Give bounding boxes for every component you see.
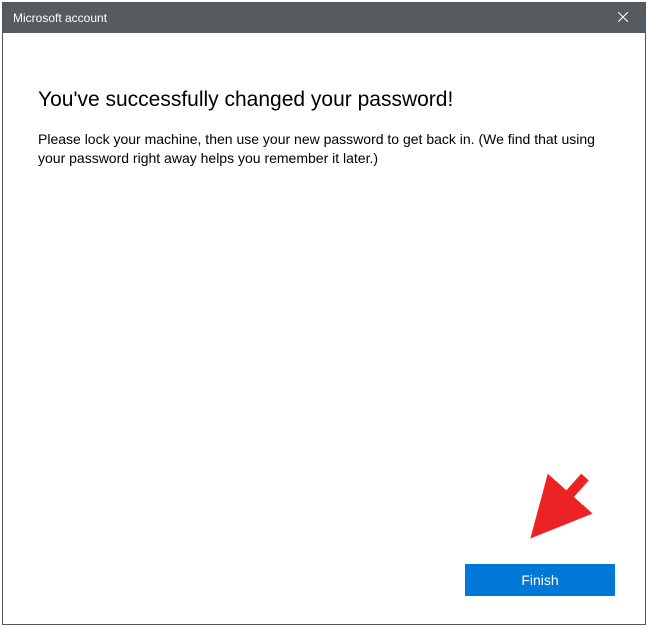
dialog-window: Microsoft account You've successfully ch… xyxy=(2,2,646,625)
body-text: Please lock your machine, then use your … xyxy=(38,130,610,168)
annotation-arrow-icon xyxy=(507,467,597,562)
window-title: Microsoft account xyxy=(13,11,107,25)
close-icon xyxy=(618,11,628,25)
page-heading: You've successfully changed your passwor… xyxy=(38,88,610,112)
content-area: You've successfully changed your passwor… xyxy=(3,33,645,168)
titlebar: Microsoft account xyxy=(3,3,645,33)
finish-button[interactable]: Finish xyxy=(465,564,615,596)
footer: Finish xyxy=(465,564,615,596)
close-button[interactable] xyxy=(600,3,645,33)
